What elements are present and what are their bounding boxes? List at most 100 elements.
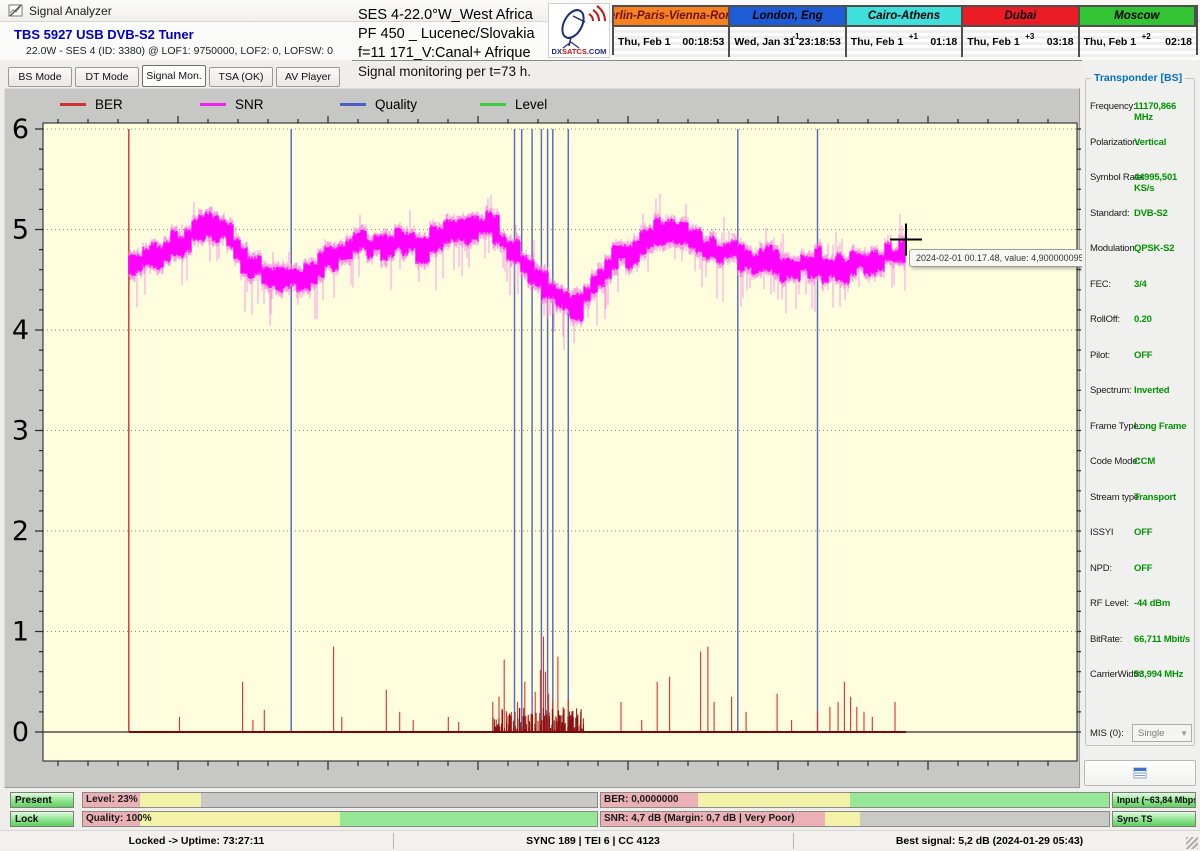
bar-segment — [850, 793, 1109, 807]
transponder-label: FEC: — [1090, 279, 1111, 290]
tab-tsa-ok[interactable]: TSA (OK) — [209, 67, 273, 87]
transponder-label: Spectrum: — [1090, 385, 1132, 396]
clock-utc-offset: +2 — [1142, 32, 1151, 41]
mis-value: Single — [1138, 728, 1164, 739]
clock-time: 00:18:53 — [682, 36, 724, 48]
mis-dropdown[interactable]: Single ▼ — [1132, 724, 1192, 742]
bar-segment — [698, 793, 850, 807]
y-axis-label: 3 — [12, 416, 29, 447]
statusbar-panel-1: SYNC 189 | TEI 6 | CC 4123 — [393, 831, 793, 851]
transponder-value: 0.20 — [1134, 314, 1152, 325]
transponder-group-label: Transponder [BS] — [1091, 72, 1185, 84]
transponder-row-frequency: Frequency:11170,866 MHz — [1086, 101, 1196, 115]
transponder-groupbox: Transponder [BS] Frequency:11170,866 MHz… — [1085, 78, 1195, 746]
clock-city-header: Cairo-Athens — [847, 7, 963, 27]
transponder-label: NPD: — [1090, 563, 1112, 574]
transponder-label: RollOff: — [1090, 314, 1120, 325]
satellite-info-line1: SES 4-22.0°W_West Africa — [358, 6, 558, 25]
transponder-value: 53,994 MHz — [1134, 669, 1183, 680]
clock-date: Wed, Jan 31 — [734, 36, 795, 48]
clock-time-cell: Thu, Feb 1+303:18 — [963, 27, 1079, 57]
transponder-row-frame-type: Frame Type:Long Frame — [1086, 421, 1196, 435]
mode-tabs: BS ModeDT ModeSignal Mon.TSA (OK)AV Play… — [8, 65, 340, 87]
y-axis-label: 2 — [12, 516, 29, 547]
transponder-value: -44 dBm — [1134, 598, 1170, 609]
transponder-row-spectrum: Spectrum:Inverted — [1086, 385, 1196, 399]
transponder-value: 66,711 Mbit/s — [1134, 634, 1190, 645]
clock-time-cell: Thu, Feb 1+202:18 — [1080, 27, 1196, 57]
transponder-row-stream-type: Stream type:Transport — [1086, 492, 1196, 506]
mis-row: MIS (0): Single ▼ — [1086, 724, 1196, 744]
transponder-row-bitrate: BitRate: 66,711 Mbit/s — [1086, 634, 1196, 648]
clock-time-cell: Wed, Jan 31-123:18:53 — [730, 27, 846, 57]
transponder-label: BitRate: — [1090, 634, 1122, 645]
bar-segment — [825, 812, 861, 826]
window-title: Signal Analyzer — [29, 4, 112, 18]
transponder-value: OFF — [1134, 527, 1152, 538]
present-badge: Present — [10, 792, 74, 808]
transponder-row-issyi: ISSYI OFF — [1086, 527, 1196, 541]
transponder-row-symbol-rate: Symbol Rate:44995,501 KS/s — [1086, 172, 1196, 186]
satellite-info-line2: PF 450 _ Lucenec/Slovakia — [358, 25, 558, 44]
chevron-down-icon: ▼ — [1180, 729, 1188, 738]
tuner-name: TBS 5927 USB DVB-S2 Tuner — [14, 27, 194, 42]
signal-analyzer-window: Signal Analyzer TBS 5927 USB DVB-S2 Tune… — [0, 0, 1200, 850]
tab-av-player[interactable]: AV Player — [276, 67, 340, 87]
transponder-sidebar: Transponder [BS] Frequency:11170,866 MHz… — [1082, 60, 1200, 790]
dxsatcs-logo: DXSATCS.COM — [548, 3, 610, 58]
transponder-label: Code Mode: — [1090, 456, 1140, 467]
tab-signal-mon[interactable]: Signal Mon. — [142, 65, 206, 87]
transponder-value: QPSK-S2 — [1134, 243, 1174, 254]
statusbar-panel-2: Best signal: 5,2 dB (2024-01-29 05:43) — [793, 831, 1186, 851]
bar-segment — [140, 793, 202, 807]
ber-bar: BER: 0,0000000 — [600, 792, 1110, 808]
y-axis-label: 1 — [12, 617, 29, 648]
transponder-row-rf-level: RF Level: -44 dBm — [1086, 598, 1196, 612]
y-axis-label: 5 — [12, 215, 29, 246]
clock-city-header: Moscow — [1080, 7, 1196, 27]
clock-utc-offset: +3 — [1025, 32, 1034, 41]
sync-ts-badge: Sync TS — [1112, 811, 1196, 827]
transponder-value: Transport — [1134, 492, 1176, 503]
transponder-row-pilot: Pilot:OFF — [1086, 350, 1196, 364]
transponder-label: RF Level: — [1090, 598, 1129, 609]
clock-time: 03:18 — [1047, 36, 1074, 48]
transponder-label: Polarization: — [1090, 137, 1140, 148]
status-bar: Locked -> Uptime: 73:27:11SYNC 189 | TEI… — [0, 830, 1200, 850]
y-axis-label: 4 — [12, 315, 29, 346]
y-axis-label: 6 — [12, 114, 29, 145]
transponder-label: Pilot: — [1090, 350, 1110, 361]
level-bar: Level: 23% — [82, 792, 598, 808]
satellite-info-block: SES 4-22.0°W_West Africa PF 450 _ Lucene… — [358, 6, 558, 63]
clock-city-header: London, Eng — [730, 7, 846, 27]
satellite-dish-icon: DXSATCS.COM — [549, 4, 609, 57]
clock-utc-offset: -1 — [792, 32, 799, 41]
report-button[interactable] — [1084, 760, 1196, 786]
clock-city-header: Berlin-Paris-Vienna-Roma — [614, 7, 730, 27]
clock-time: 23:18:53 — [799, 36, 841, 48]
transponder-row-standard: Standard:DVB-S2 — [1086, 208, 1196, 222]
resize-grip[interactable] — [1186, 837, 1198, 849]
transponder-value: 44995,501 KS/s — [1134, 172, 1196, 194]
snr-bar: SNR: 4,7 dB (Margin: 0,7 dB | Very Poor) — [600, 811, 1110, 827]
transponder-value: Vertical — [1134, 137, 1166, 148]
ber-bar-label: BER: 0,0000000 — [604, 794, 679, 805]
transponder-value: Inverted — [1134, 385, 1169, 396]
clock-time-cell: Thu, Feb 100:18:53 — [614, 27, 730, 57]
clock-time: 02:18 — [1165, 36, 1192, 48]
transponder-label: ISSYI — [1090, 527, 1113, 538]
tab-dt-mode[interactable]: DT Mode — [75, 67, 139, 87]
monitoring-caption: Signal monitoring per t=73 h. — [358, 64, 531, 79]
app-icon — [8, 4, 23, 22]
tab-bs-mode[interactable]: BS Mode — [8, 67, 72, 87]
clock-time-cell: Thu, Feb 1+101:18 — [847, 27, 963, 57]
signal-monitoring-plot[interactable]: 0 1 2 3 4 5 6 — [5, 89, 1081, 789]
transponder-label: Modulation: — [1090, 243, 1137, 254]
world-clocks: Berlin-Paris-Vienna-RomaLondon, EngCairo… — [612, 5, 1198, 55]
clock-city-header: Dubai — [963, 7, 1079, 27]
transponder-value: 3/4 — [1134, 279, 1147, 290]
y-axis-label: 0 — [12, 717, 29, 748]
quality-bar: Quality: 100% — [82, 811, 598, 827]
chart-panel: BERSNRQualityLevel 0123456 2024-02-01 00… — [4, 88, 1080, 788]
bar-segment — [340, 812, 597, 826]
